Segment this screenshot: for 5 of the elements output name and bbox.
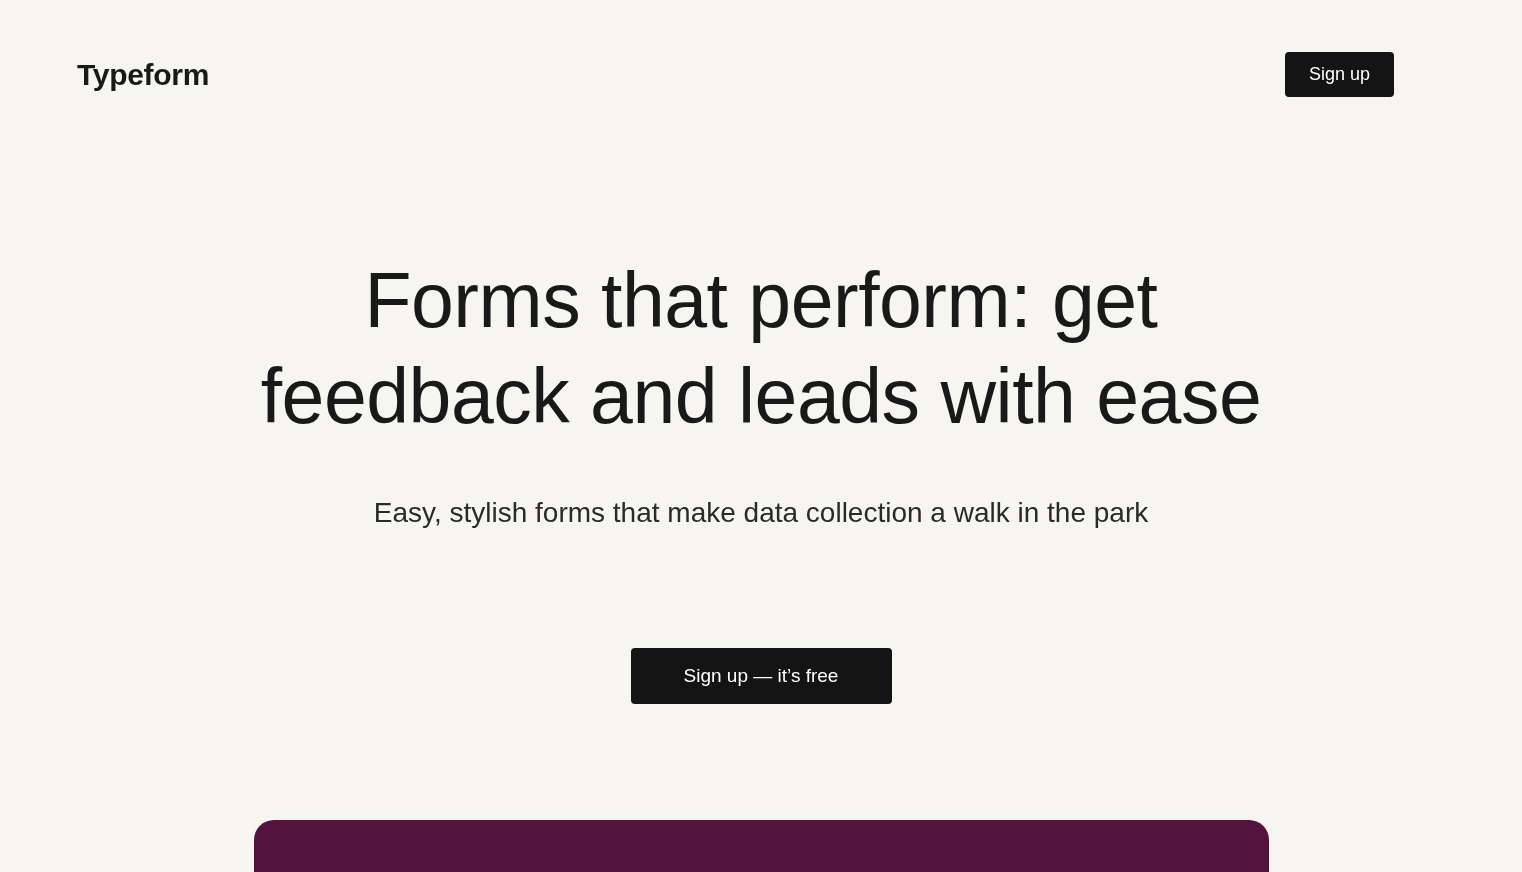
logo: Typeform: [77, 56, 210, 93]
hero-heading: Forms that perform: get feedback and leads with ease: [259, 256, 1263, 441]
signup-button[interactable]: Sign up: [1284, 52, 1394, 97]
hero-subheading: Easy, stylish forms that make data collection a walk in the park: [373, 496, 1149, 530]
signup-cta-button[interactable]: Sign up — it’s free: [630, 648, 892, 704]
